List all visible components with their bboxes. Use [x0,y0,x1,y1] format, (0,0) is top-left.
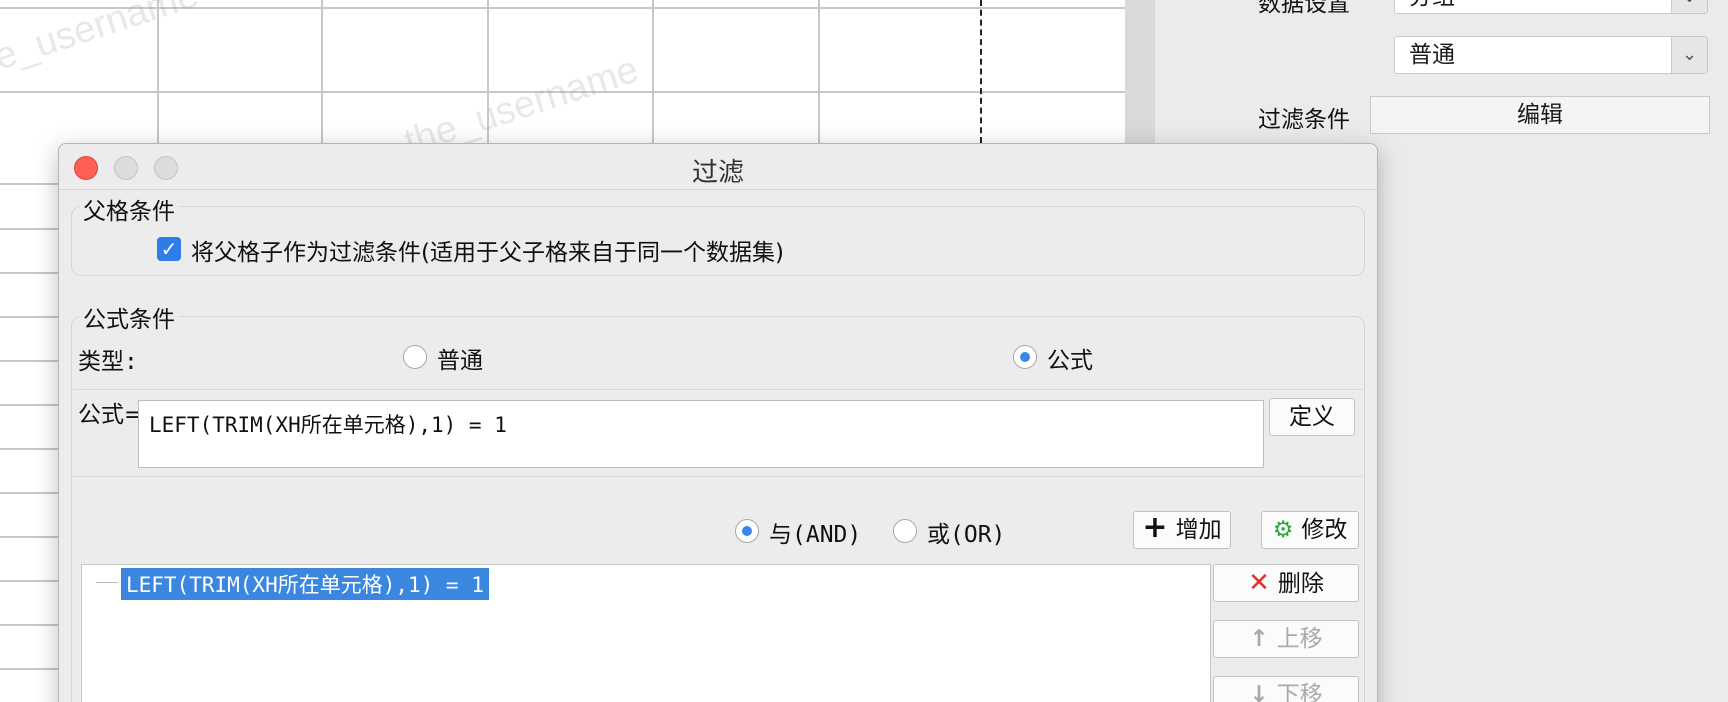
watermark: the_username [0,0,204,89]
delete-button-label: 删除 [1277,571,1324,597]
logic-or-radio[interactable] [893,519,917,543]
parent-condition-title: 父格条件 [79,192,179,226]
sheet-scroll-area [1125,0,1155,145]
add-button[interactable]: + 增加 [1133,511,1231,549]
grid-line [0,272,60,274]
logic-and-radio[interactable] [735,519,759,543]
grid-line [0,228,60,230]
grid-line [652,0,654,143]
data-mode-select[interactable]: 普通 ⌄ [1394,36,1708,74]
arrow-up-icon: ↑ [1249,626,1269,652]
gear-edit-icon: ⚙ [1272,517,1294,543]
type-normal-label: 普通 [437,348,483,374]
parent-filter-checkbox-label: 将父格子作为过滤条件(适用于父子格来自于同一个数据集) [191,240,784,266]
move-down-button[interactable]: ↓ 下移 [1213,676,1359,702]
grid-line [0,624,60,626]
move-down-label: 下移 [1276,682,1323,702]
grid-line [0,183,60,185]
grid-line [0,668,60,670]
divider [73,476,1363,477]
grid-line [0,536,60,538]
grid-line [0,316,60,318]
delete-button[interactable]: ✕ 删除 [1213,564,1359,602]
type-normal-radio[interactable] [403,345,427,369]
dialog-titlebar[interactable]: 过滤 [59,144,1377,190]
data-mode-value: 普通 [1409,42,1455,68]
delete-x-icon: ✕ [1248,568,1270,598]
filter-dialog: 过滤 父格条件 ✓ 将父格子作为过滤条件(适用于父子格来自于同一个数据集) 公式… [58,143,1378,702]
type-formula-label: 公式 [1047,348,1093,374]
grid-line [321,0,323,143]
grid-line [0,360,60,362]
tree-connector [96,582,118,583]
define-button[interactable]: 定义 [1269,398,1355,436]
move-up-label: 上移 [1276,626,1323,652]
modify-button-label: 修改 [1301,517,1348,543]
type-formula-radio[interactable] [1013,345,1037,369]
filter-edit-button[interactable]: 编辑 [1370,96,1710,134]
chevron-down-icon: ⌄ [1671,0,1707,13]
logic-and-label: 与(AND) [769,522,862,548]
data-setting-value: 分组 [1409,0,1455,10]
grid-line [0,492,60,494]
parent-filter-checkbox[interactable]: ✓ [157,237,181,261]
condition-list[interactable]: LEFT(TRIM(XH所在单元格),1) = 1 [81,564,1211,702]
grid-line [0,404,60,406]
add-button-label: 增加 [1175,517,1222,543]
data-setting-label: 数据设置 [1258,0,1350,17]
type-label: 类型: [78,349,138,375]
modify-button[interactable]: ⚙ 修改 [1261,511,1359,549]
page-break-line [980,0,982,143]
grid-line [818,0,820,143]
divider [73,389,1363,390]
chevron-down-icon: ⌄ [1671,37,1707,73]
grid-line [0,448,60,450]
formula-condition-title: 公式条件 [79,300,179,334]
arrow-down-icon: ↓ [1249,682,1269,702]
grid-line [0,580,60,582]
data-setting-select[interactable]: 分组 ⌄ [1394,0,1708,14]
formula-label: 公式= [78,402,144,428]
formula-input[interactable]: LEFT(TRIM(XH所在单元格),1) = 1 [138,400,1264,468]
move-up-button[interactable]: ↑ 上移 [1213,620,1359,658]
logic-or-label: 或(OR) [927,522,1006,548]
condition-list-item[interactable]: LEFT(TRIM(XH所在单元格),1) = 1 [121,568,489,600]
filter-condition-label: 过滤条件 [1258,107,1350,133]
dialog-title: 过滤 [691,158,744,188]
plus-icon: + [1142,510,1168,545]
